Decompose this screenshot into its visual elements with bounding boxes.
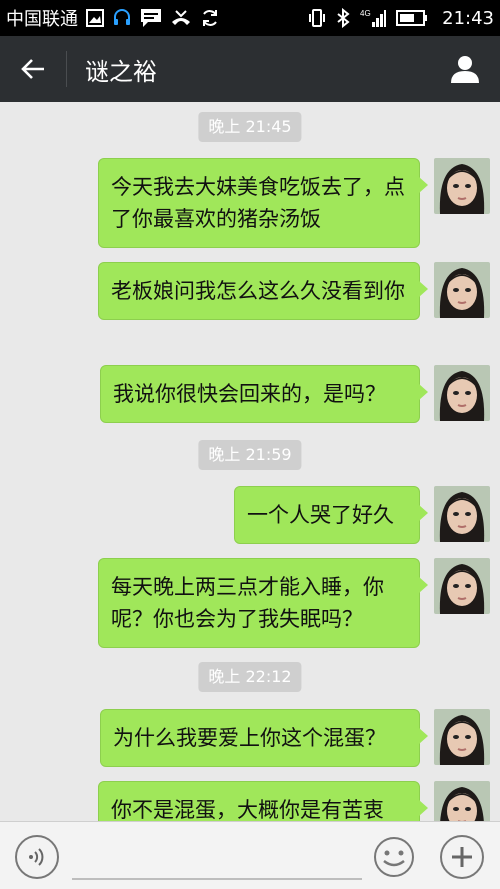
message-bubble[interactable]: 一个人哭了好久 — [234, 486, 428, 544]
back-button[interactable] — [0, 36, 66, 102]
chat-title: 谜之裕 — [85, 57, 157, 86]
signal-icon: 4G — [360, 8, 387, 28]
chat-area[interactable]: 晚上 21:45 今天我去大妹美食吃饭去了，点了你最喜欢的猪杂汤饭 老板娘问我怎… — [0, 102, 500, 821]
input-bar — [0, 821, 500, 889]
person-icon — [451, 56, 479, 83]
face-photo-icon — [434, 558, 490, 614]
message-bubble[interactable]: 你不是混蛋，大概你是有苦衷 — [98, 781, 428, 821]
face-photo-icon — [434, 486, 490, 542]
clock: 21:43 — [442, 7, 494, 29]
face-photo-icon — [434, 262, 490, 318]
face-photo-icon — [434, 709, 490, 765]
smiley-icon — [374, 837, 414, 877]
status-bar: 中国联通 4G 21:43 — [0, 0, 500, 36]
arrow-left-icon — [21, 59, 44, 79]
nav-divider — [66, 51, 67, 87]
voice-wave-icon — [29, 848, 44, 866]
nav-bar: 谜之裕 — [0, 36, 500, 102]
gallery-notification-icon — [86, 9, 104, 27]
message-input[interactable] — [72, 832, 362, 880]
timestamp: 晚上 22:12 — [198, 662, 302, 692]
face-photo-icon — [434, 781, 490, 821]
voice-input-button[interactable] — [15, 835, 59, 879]
avatar[interactable] — [434, 158, 490, 214]
timestamp: 晚上 21:59 — [198, 440, 302, 470]
message-bubble[interactable]: 为什么我要爱上你这个混蛋？ — [100, 709, 428, 767]
avatar[interactable] — [434, 262, 490, 318]
carrier-name: 中国联通 — [6, 9, 78, 30]
message-bubble[interactable]: 每天晚上两三点才能入睡，你呢？你也会为了我失眠吗？ — [98, 558, 428, 648]
message-bubble[interactable]: 今天我去大妹美食吃饭去了，点了你最喜欢的猪杂汤饭 — [98, 158, 428, 248]
missed-call-icon — [170, 8, 192, 28]
bluetooth-icon — [336, 8, 350, 28]
message-bubble[interactable]: 老板娘问我怎么这么久没看到你 — [98, 262, 428, 320]
headset-notification-icon — [112, 8, 132, 28]
battery-icon — [396, 9, 428, 27]
message-bubble[interactable]: 我说你很快会回来的，是吗？ — [100, 365, 428, 423]
vibrate-icon — [308, 8, 326, 28]
sync-icon — [200, 8, 220, 28]
avatar[interactable] — [434, 781, 490, 821]
face-photo-icon — [434, 158, 490, 214]
timestamp: 晚上 21:45 — [198, 112, 302, 142]
contact-info-button[interactable] — [430, 36, 500, 102]
avatar[interactable] — [434, 709, 490, 765]
more-options-button[interactable] — [440, 835, 484, 879]
emoji-button[interactable] — [372, 835, 416, 879]
plus-icon — [452, 847, 472, 867]
face-photo-icon — [434, 365, 490, 421]
network-type: 4G — [360, 9, 371, 18]
message-notification-icon — [140, 8, 162, 28]
avatar[interactable] — [434, 558, 490, 614]
avatar[interactable] — [434, 486, 490, 542]
avatar[interactable] — [434, 365, 490, 421]
